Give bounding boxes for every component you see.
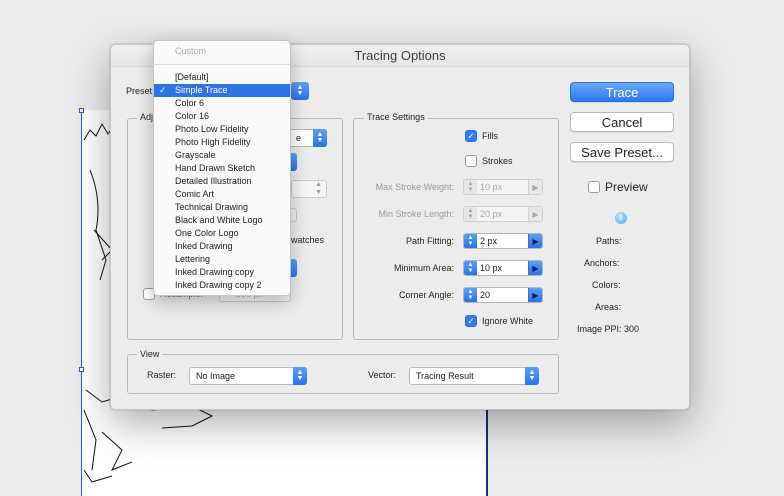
menu-item-inked-drawing-copy-2[interactable]: Inked Drawing copy 2 xyxy=(154,279,290,292)
menu-item-black-and-white-logo[interactable]: Black and White Logo xyxy=(154,214,290,227)
menu-item-one-color-logo[interactable]: One Color Logo xyxy=(154,227,290,240)
play-arrow-icon[interactable]: ▶ xyxy=(528,234,542,248)
menu-item-photo-high-fidelity[interactable]: Photo High Fidelity xyxy=(154,136,290,149)
trace-settings-title: Trace Settings xyxy=(364,112,428,122)
menu-item-default[interactable]: [Default] xyxy=(154,71,290,84)
max-stroke-weight-label: Max Stroke Weight: xyxy=(375,182,454,192)
preset-dropdown-menu: Custom [Default] ✓ Simple Trace Color 6 … xyxy=(153,40,291,296)
corner-angle-value[interactable]: 20 xyxy=(477,288,528,302)
max-stroke-weight-value: 10 px xyxy=(480,182,503,192)
adjustments-mode-value: e xyxy=(296,133,302,143)
chevron-updown-icon: ▲ ▼ xyxy=(313,129,327,147)
areas-label: Areas: xyxy=(595,302,622,312)
view-group-title: View xyxy=(137,349,163,359)
menu-item-inked-drawing-copy[interactable]: Inked Drawing copy xyxy=(154,266,290,279)
menu-item-lettering[interactable]: Lettering xyxy=(154,253,290,266)
stepper-arrows-icon[interactable]: ▲ ▼ xyxy=(464,180,477,194)
path-fitting-stepper[interactable]: ▲ ▼ 2 px ▶ xyxy=(463,233,543,249)
play-arrow-icon[interactable]: ▶ xyxy=(528,207,542,221)
corner-angle-label: Corner Angle: xyxy=(398,290,454,300)
stepper-arrows-icon[interactable]: ▲ ▼ xyxy=(464,261,477,275)
save-preset-button[interactable]: Save Preset... xyxy=(570,142,674,162)
play-arrow-icon[interactable]: ▶ xyxy=(528,261,542,275)
play-arrow-icon[interactable]: ▶ xyxy=(528,180,542,194)
menu-item-photo-low-fidelity[interactable]: Photo Low Fidelity xyxy=(154,123,290,136)
trace-settings-group xyxy=(353,118,559,340)
menu-item-grayscale[interactable]: Grayscale xyxy=(154,149,290,162)
menu-item-color-6[interactable]: Color 6 xyxy=(154,97,290,110)
stepper-arrows-icon[interactable]: ▲ ▼ xyxy=(464,234,477,248)
menu-item-comic-art[interactable]: Comic Art xyxy=(154,188,290,201)
swatches-label-partial: watches xyxy=(291,235,325,245)
image-ppi-value: 300 xyxy=(624,324,640,334)
adjustments-disabled-select[interactable]: ▲ ▼ xyxy=(291,180,327,198)
fills-checkbox[interactable]: ✓ xyxy=(465,130,477,142)
max-stroke-weight-stepper[interactable]: ▲ ▼ 10 px ▶ xyxy=(463,179,543,195)
raster-select-value: No Image xyxy=(196,371,236,381)
min-stroke-length-label: Min Stroke Length: xyxy=(378,209,454,219)
menu-item-detailed-illustration[interactable]: Detailed Illustration xyxy=(154,175,290,188)
adjustments-disabled-field-edge xyxy=(291,208,297,222)
menu-item-label: Simple Trace xyxy=(175,85,228,95)
minimum-area-value[interactable]: 10 px xyxy=(477,261,528,275)
paths-label: Paths: xyxy=(596,236,622,246)
preview-checkbox-row[interactable]: Preview xyxy=(588,180,648,194)
menu-item-technical-drawing[interactable]: Technical Drawing xyxy=(154,201,290,214)
vector-select-value: Tracing Result xyxy=(416,371,474,381)
min-stroke-length-value: 20 px xyxy=(480,209,503,219)
stepper-arrows-icon[interactable]: ▲ ▼ xyxy=(464,288,477,302)
checkmark-icon: ✓ xyxy=(159,85,167,95)
menu-item-color-16[interactable]: Color 16 xyxy=(154,110,290,123)
image-ppi-label: Image PPI: xyxy=(577,324,622,334)
menu-separator xyxy=(154,64,290,65)
strokes-checkbox[interactable] xyxy=(465,155,477,167)
minimum-area-stepper[interactable]: ▲ ▼ 10 px ▶ xyxy=(463,260,543,276)
colors-label: Colors: xyxy=(592,280,621,290)
ignore-white-label: Ignore White xyxy=(482,316,534,326)
vector-label: Vector: xyxy=(368,370,397,380)
path-fitting-label: Path Fitting: xyxy=(405,236,454,246)
stepper-arrows-icon[interactable]: ▲ ▼ xyxy=(464,207,477,221)
preview-label: Preview xyxy=(605,180,648,194)
adjustments-mode-select[interactable]: e ▲ ▼ xyxy=(289,129,327,147)
fills-checkbox-row[interactable]: ✓ Fills xyxy=(465,130,498,142)
vector-select[interactable]: Tracing Result ▲ ▼ xyxy=(409,367,539,385)
ignore-white-checkbox[interactable]: ✓ xyxy=(465,315,477,327)
preset-label: Preset: xyxy=(126,86,155,96)
trace-button[interactable]: Trace xyxy=(570,82,674,102)
raster-label: Raster: xyxy=(147,370,177,380)
play-arrow-icon[interactable]: ▶ xyxy=(528,288,542,302)
raster-select[interactable]: No Image ▲ ▼ xyxy=(189,367,307,385)
preview-checkbox[interactable] xyxy=(588,181,600,193)
cancel-button[interactable]: Cancel xyxy=(570,112,674,132)
menu-item-inked-drawing[interactable]: Inked Drawing xyxy=(154,240,290,253)
chevron-updown-icon: ▲ ▼ xyxy=(525,367,539,385)
anchors-label: Anchors: xyxy=(584,258,620,268)
menu-item-simple-trace[interactable]: ✓ Simple Trace xyxy=(154,84,290,97)
menu-item-hand-drawn-sketch[interactable]: Hand Drawn Sketch xyxy=(154,162,290,175)
strokes-checkbox-row[interactable]: Strokes xyxy=(465,155,513,167)
path-fitting-value[interactable]: 2 px xyxy=(477,234,528,248)
info-icon: i xyxy=(615,212,627,224)
ignore-white-checkbox-row[interactable]: ✓ Ignore White xyxy=(465,315,533,327)
chevron-updown-icon: ▲ ▼ xyxy=(293,367,307,385)
preset-select-chevron-icon[interactable]: ▲ ▼ xyxy=(291,82,309,100)
min-stroke-length-stepper[interactable]: ▲ ▼ 20 px ▶ xyxy=(463,206,543,222)
menu-item-custom: Custom xyxy=(175,46,207,56)
corner-angle-stepper[interactable]: ▲ ▼ 20 ▶ xyxy=(463,287,543,303)
minimum-area-label: Minimum Area: xyxy=(393,263,454,273)
strokes-label: Strokes xyxy=(482,156,513,166)
image-ppi-row: Image PPI: 300 xyxy=(577,324,639,334)
fills-label: Fills xyxy=(482,131,498,141)
